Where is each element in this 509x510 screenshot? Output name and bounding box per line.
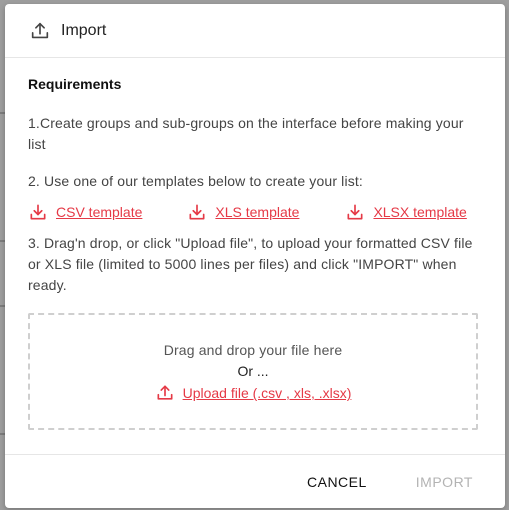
dialog-title: Import	[61, 21, 107, 39]
xls-template-link[interactable]: XLS template	[187, 202, 299, 222]
upload-file-link[interactable]: Upload file (.csv , xls, .xlsx)	[155, 383, 352, 403]
step-3-text: 3. Drag'n drop, or click "Upload file", …	[28, 235, 473, 293]
upload-icon	[29, 20, 51, 42]
csv-template-link[interactable]: CSV template	[28, 202, 142, 222]
dropzone-title: Drag and drop your file here	[163, 342, 343, 358]
dropzone-or: Or ...	[237, 363, 269, 379]
xls-template-label: XLS template	[215, 204, 300, 220]
download-icon	[347, 204, 363, 220]
upload-icon	[157, 385, 173, 400]
upload-file-label: Upload file (.csv , xls, .xlsx)	[182, 385, 352, 401]
xlsx-template-link[interactable]: XLSX template	[345, 202, 467, 222]
step-1-text: 1.Create groups and sub-groups on the in…	[28, 115, 464, 152]
csv-template-label: CSV template	[56, 204, 143, 220]
template-links: CSV template XLS template XLSX template	[28, 201, 481, 223]
download-icon	[30, 204, 46, 220]
dialog-footer: CANCEL IMPORT	[5, 454, 505, 508]
dialog-content: Requirements 1.Create groups and sub-gro…	[5, 76, 505, 430]
cancel-button[interactable]: CANCEL	[299, 468, 375, 496]
step-2-text: 2. Use one of our templates below to cre…	[28, 173, 363, 189]
import-button[interactable]: IMPORT	[408, 468, 481, 496]
import-dialog: Import Requirements 1.Create groups and …	[5, 4, 505, 508]
download-icon	[189, 204, 205, 220]
requirements-title: Requirements	[28, 76, 122, 92]
dialog-header: Import	[5, 4, 505, 58]
file-dropzone[interactable]: Drag and drop your file here Or ... Uplo…	[28, 313, 478, 430]
xlsx-template-label: XLSX template	[373, 204, 467, 220]
